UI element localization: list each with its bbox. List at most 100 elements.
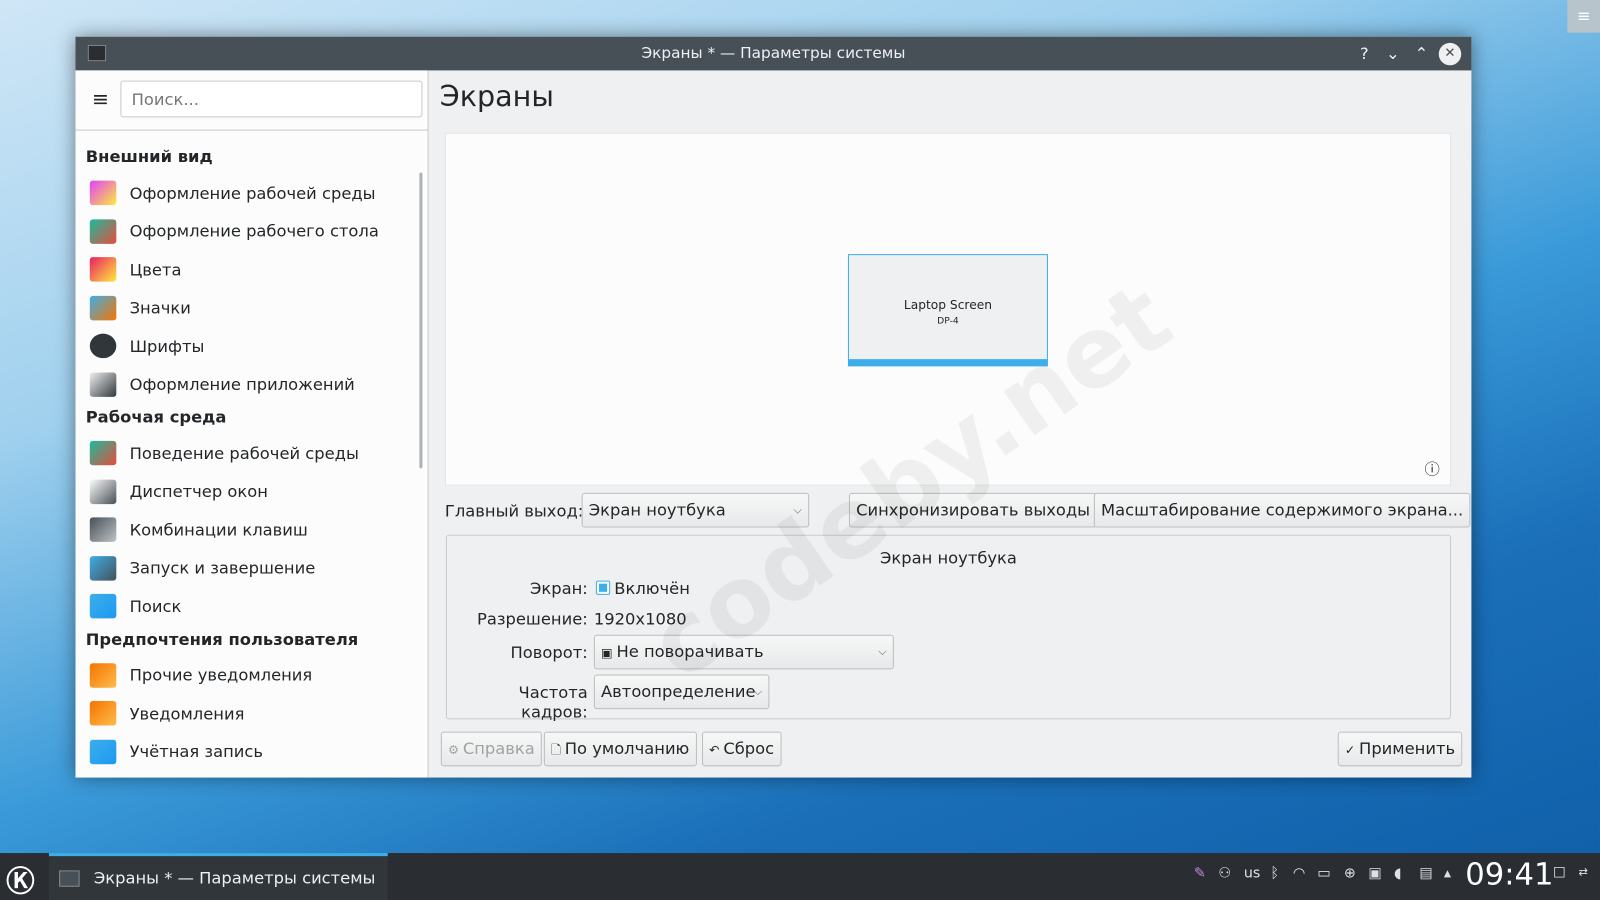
tray-expand-icon[interactable]: ▴: [1444, 865, 1451, 881]
sidebar-item[interactable]: Поведение рабочей среды: [89, 436, 417, 471]
sidebar-item-label: Уведомления: [129, 703, 245, 723]
maximize-button[interactable]: ⌃: [1410, 43, 1432, 65]
window-title: Экраны * — Параметры системы: [641, 43, 906, 63]
sidebar-item-icon: [89, 555, 117, 581]
divider: [75, 129, 429, 131]
sidebar-item[interactable]: Запуск и завершение: [89, 551, 417, 586]
task-settings[interactable]: Экраны * — Параметры системы: [48, 853, 388, 900]
rotation-label: Поворот:: [510, 642, 588, 663]
defaults-icon: 🗋: [551, 742, 565, 758]
sidebar-item-label: Цвета: [129, 259, 182, 280]
sidebar-item[interactable]: Поиск: [89, 589, 417, 624]
sidebar-item-icon: [89, 371, 117, 397]
close-button[interactable]: ✕: [1438, 42, 1462, 66]
sidebar-category: Внешний вид: [85, 146, 213, 167]
page-title: Экраны: [439, 79, 554, 114]
output-laptop-screen[interactable]: Laptop Screen DP-4: [847, 254, 1048, 367]
defaults-label: По умолчанию: [564, 738, 690, 759]
minimize-button[interactable]: ⌄: [1382, 43, 1404, 65]
kde-connect-icon[interactable]: ⚇: [1218, 865, 1231, 881]
clipboard-icon[interactable]: ▤: [1419, 865, 1433, 881]
sidebar-item-icon: [89, 218, 117, 244]
show-desktop-icon[interactable]: ☐: [1553, 865, 1566, 881]
sidebar-item-label: Прочие уведомления: [129, 665, 313, 685]
apply-label: Применить: [1359, 738, 1456, 759]
bluetooth-icon[interactable]: ᛒ: [1270, 865, 1279, 881]
enabled-label[interactable]: Включён: [614, 579, 690, 598]
taskbar: Ⓚ Экраны * — Параметры системы ✎ ⚇ us ᛒ …: [0, 853, 1600, 900]
sidebar-item-label: Оформление приложений: [129, 374, 355, 394]
primary-output-select[interactable]: Экран ноутбука ⌵: [581, 492, 810, 528]
sidebar-item[interactable]: Цвета: [89, 252, 417, 287]
sidebar: ≡ Внешний вид Оформление рабочей среды Офо…: [75, 70, 429, 778]
sidebar-item-icon: [89, 739, 117, 764]
sidebar-item[interactable]: Прочие уведомления: [89, 658, 417, 693]
sync-outputs-button[interactable]: Синхронизировать выходы: [848, 492, 1098, 528]
updates-icon[interactable]: ⊕: [1344, 865, 1356, 881]
titlebar[interactable]: Экраны * — Параметры системы ? ⌄ ⌃ ✕: [75, 36, 1472, 71]
sidebar-item[interactable]: Учётная запись: [89, 734, 417, 769]
sidebar-item-label: Запуск и завершение: [129, 558, 316, 578]
desktop-toolbox-icon[interactable]: ≡: [1567, 0, 1600, 33]
clock[interactable]: 09:41: [1465, 857, 1553, 893]
rotation-select[interactable]: ▣ Не поворачивать ⌵: [593, 634, 894, 670]
sidebar-item[interactable]: Шрифты: [89, 329, 417, 364]
pen-icon[interactable]: ✎: [1194, 865, 1206, 881]
help-footer-label: Справка: [462, 738, 535, 759]
help-button[interactable]: ?: [1353, 43, 1375, 65]
sidebar-item-label: Значки: [129, 297, 191, 318]
resolution-label: Разрешение:: [476, 609, 588, 629]
sidebar-item-label: Поиск: [129, 596, 182, 616]
sidebar-item-label: Оформление рабочей среды: [129, 183, 376, 203]
defaults-button[interactable]: 🗋 По умолчанию: [543, 731, 697, 767]
sidebar-item-icon: [89, 517, 117, 542]
refresh-rate-select[interactable]: Автоопределение ⌵: [593, 674, 770, 710]
volume-icon[interactable]: ◖: [1394, 865, 1402, 881]
panel-settings-icon[interactable]: ⇄: [1579, 865, 1588, 878]
battery-icon[interactable]: ▭: [1317, 865, 1331, 881]
refresh-rate-label: Частота кадров:: [518, 682, 588, 722]
sidebar-item[interactable]: Значки: [89, 290, 417, 325]
sidebar-category: Предпочтения пользователя: [85, 629, 359, 649]
help-footer-button[interactable]: ⚙ Справка: [440, 731, 542, 767]
chevron-down-icon: ⌵: [878, 644, 887, 659]
scrollbar[interactable]: [419, 172, 423, 469]
output-connector: DP-4: [937, 316, 959, 327]
sidebar-item[interactable]: Уведомления: [89, 696, 417, 731]
chevron-down-icon: ⌵: [753, 684, 763, 698]
sidebar-item-icon: [89, 479, 117, 504]
sidebar-item[interactable]: Комбинации клавиш: [89, 512, 417, 547]
reset-label: Сброс: [723, 738, 775, 759]
vault-icon[interactable]: ▣: [1368, 865, 1382, 881]
apply-button[interactable]: ✓ Применить: [1337, 731, 1463, 767]
sidebar-item[interactable]: Оформление приложений: [89, 367, 417, 402]
reset-button[interactable]: ↶ Сброс: [702, 731, 782, 767]
info-icon[interactable]: ⓘ: [1424, 458, 1439, 479]
primary-output-value: Экран ноутбука: [588, 499, 726, 520]
resolution-value: 1920x1080: [593, 609, 687, 629]
wifi-icon[interactable]: ◠: [1293, 865, 1305, 881]
app-icon: [87, 44, 107, 62]
sidebar-item[interactable]: Оформление рабочего стола: [89, 214, 417, 249]
scale-display-button[interactable]: Масштабирование содержимого экрана...: [1093, 492, 1471, 528]
rotation-value: Не поворачивать: [616, 641, 764, 662]
output-name: Laptop Screen: [903, 297, 993, 313]
enabled-checkbox[interactable]: [595, 580, 611, 595]
sidebar-item-icon: [89, 257, 117, 282]
refresh-rate-value: Автоопределение: [601, 681, 756, 702]
sidebar-item-label: Диспетчер окон: [129, 481, 268, 502]
output-settings-group: Экран ноутбука Экран: Включён Разрешение…: [445, 534, 1452, 722]
keyboard-layout[interactable]: us: [1244, 865, 1261, 881]
task-app-icon: [59, 870, 80, 887]
hamburger-menu-icon[interactable]: ≡: [92, 87, 109, 111]
screen-layout-preview: Laptop Screen DP-4 ⓘ: [444, 132, 1452, 486]
search-input[interactable]: [120, 80, 423, 118]
sidebar-item[interactable]: Диспетчер окон: [89, 474, 417, 509]
sidebar-item[interactable]: Оформление рабочей среды: [89, 176, 417, 211]
application-launcher-icon[interactable]: Ⓚ: [6, 859, 35, 900]
sidebar-item-icon: [89, 662, 117, 688]
checkmark-icon: ✓: [1344, 742, 1360, 758]
undo-icon: ↶: [709, 742, 724, 758]
picture-icon: ▣: [601, 645, 617, 661]
task-label: Экраны * — Параметры системы: [93, 868, 376, 888]
